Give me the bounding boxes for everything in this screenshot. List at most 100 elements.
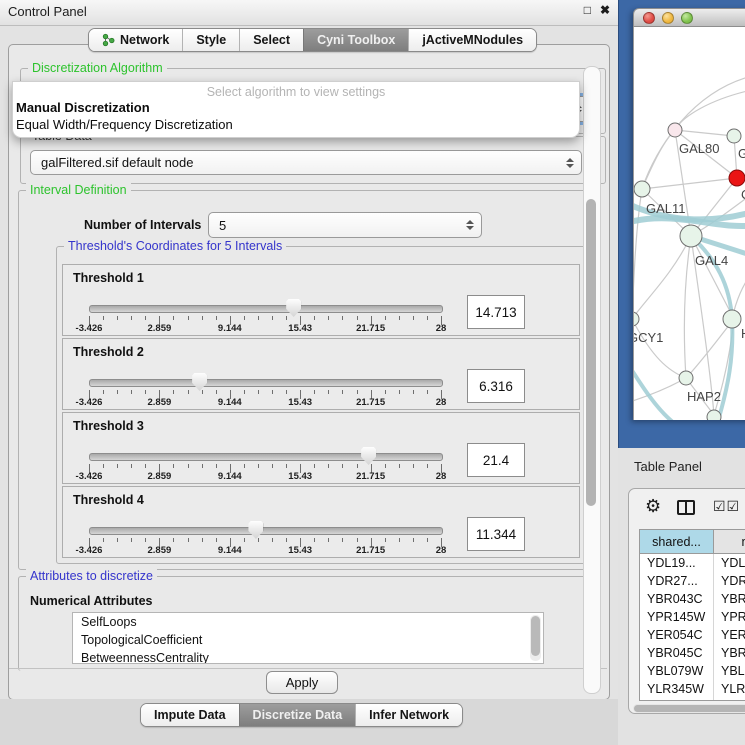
tab-impute-data[interactable]: Impute Data (141, 704, 239, 726)
network-node-green[interactable] (723, 310, 741, 328)
close-traffic-light-icon[interactable] (643, 12, 655, 24)
minimize-traffic-light-icon[interactable] (662, 12, 674, 24)
table-cell: YIL0 (714, 698, 745, 700)
network-node-green[interactable] (707, 410, 721, 420)
algorithm-option-equal-width-frequency-discretization[interactable]: Equal Width/Frequency Discretization (16, 117, 233, 132)
table-data-value: galFiltered.sif default node (41, 155, 193, 170)
table-row[interactable]: YBR043CYBR0 (640, 590, 745, 608)
network-edge (634, 378, 686, 403)
threshold-2-label: Threshold 2 (73, 345, 144, 359)
node-label-hap2: HAP2 (687, 389, 721, 404)
table-row[interactable]: YPR145WYPR1 (640, 608, 745, 626)
tab-discretize-data[interactable]: Discretize Data (239, 704, 356, 726)
threshold-4-slider[interactable] (89, 527, 443, 535)
viewport-divider (9, 668, 607, 669)
threshold-3-value[interactable]: 21.4 (467, 443, 525, 477)
table-cell: YBR0 (714, 644, 745, 662)
threshold-4-label: Threshold 4 (73, 493, 144, 507)
tab-style[interactable]: Style (182, 29, 239, 51)
table-rows: YDL19...YDL1YDR27...YDR2YBR043CYBR0YPR14… (640, 554, 745, 700)
network-window-titlebar[interactable] (633, 8, 745, 27)
threshold-1-slider[interactable] (89, 305, 443, 313)
panel-scrollbar[interactable] (583, 66, 601, 694)
threshold-1-panel: Threshold 1-3.4262.8599.14415.4321.71528… (62, 264, 580, 336)
attribute-item-selfloops[interactable]: SelfLoops (73, 613, 543, 631)
close-icon[interactable]: ✖ (600, 3, 610, 17)
algorithm-option-manual-discretization[interactable]: Manual Discretization (16, 100, 150, 115)
control-panel-titlebar: Control Panel □ ✖ (0, 0, 618, 26)
table-hscrollbar-thumb[interactable] (634, 705, 745, 712)
tab-jactivemnodules[interactable]: jActiveMNodules (408, 29, 536, 51)
threshold-3-slider[interactable] (89, 453, 443, 461)
tab-network[interactable]: Network (89, 29, 182, 51)
table-cell: YIL052C (640, 698, 714, 700)
node-label-h: H (741, 326, 745, 341)
threshold-2-panel: Threshold 2-3.4262.8599.14415.4321.71528… (62, 338, 580, 410)
table-cell: YPR1 (714, 608, 745, 626)
column-header-na[interactable]: na (714, 530, 745, 553)
tab-select[interactable]: Select (239, 29, 303, 51)
network-window: GAL80GACGAL11GAL4GCY1HHAP2 (633, 8, 745, 420)
threshold-4-value[interactable]: 11.344 (467, 517, 525, 551)
threshold-2-slider-thumb[interactable] (192, 373, 207, 391)
threshold-2-slider[interactable] (89, 379, 443, 387)
table-row[interactable]: YDR27...YDR2 (640, 572, 745, 590)
algorithm-hint: Select algorithm to view settings (13, 85, 579, 99)
threshold-1-value[interactable]: 14.713 (467, 295, 525, 329)
network-canvas[interactable]: GAL80GACGAL11GAL4GCY1HHAP2 (633, 27, 745, 420)
network-edge (642, 130, 675, 189)
bottom-tab-bar: Impute DataDiscretize DataInfer Network (140, 703, 463, 727)
table-row[interactable]: YBL079WYBL0 (640, 662, 745, 680)
tab-label: Select (253, 33, 290, 47)
number-of-intervals-combobox[interactable]: 5 (208, 212, 482, 238)
attribute-item-betweennesscentrality[interactable]: BetweennessCentrality (73, 649, 543, 664)
column-header-shared-[interactable]: shared... (640, 530, 714, 553)
table-row[interactable]: YER054CYER0 (640, 626, 745, 644)
table-cell: YBR045C (640, 644, 714, 662)
numerical-attributes-list[interactable]: SelfLoopsTopologicalCoefficientBetweenne… (72, 612, 544, 664)
tab-label: Cyni Toolbox (317, 33, 395, 47)
tab-infer-network[interactable]: Infer Network (355, 704, 462, 726)
threshold-1-label: Threshold 1 (73, 271, 144, 285)
network-node-red[interactable] (729, 170, 745, 186)
screenshot-root: Control Panel □ ✖ NetworkStyle Select Cyni… (0, 0, 745, 745)
table-header: shared...na (640, 530, 745, 554)
tab-cyni-toolbox[interactable]: Cyni Toolbox (303, 29, 408, 51)
table-data-combobox[interactable]: galFiltered.sif default node (30, 150, 582, 175)
table-cell: YLR345W (640, 680, 714, 698)
table-row[interactable]: YBR045CYBR0 (640, 644, 745, 662)
slider-tick-labels: -3.4262.8599.14415.4321.71528 (89, 471, 441, 483)
discretization-algorithm-title: Discretization Algorithm (28, 61, 167, 75)
threshold-1-slider-thumb[interactable] (286, 299, 301, 317)
gear-icon[interactable]: ⚙ (645, 496, 661, 517)
network-node-green[interactable] (634, 312, 639, 326)
split-pane-icon[interactable] (677, 500, 695, 515)
panel-scrollbar-thumb[interactable] (586, 199, 596, 506)
network-node-green[interactable] (727, 129, 741, 143)
node-table: shared...na YDL19...YDL1YDR27...YDR2YBR0… (639, 529, 745, 701)
table-hscrollbar[interactable] (633, 704, 745, 713)
checkbox-icon[interactable]: ☑☑ (713, 498, 740, 515)
table-cell: YDR2 (714, 572, 745, 590)
attribute-item-topologicalcoefficient[interactable]: TopologicalCoefficient (73, 631, 543, 649)
threshold-4-slider-thumb[interactable] (248, 521, 263, 539)
network-node-pink[interactable] (668, 123, 682, 137)
table-row[interactable]: YDL19...YDL1 (640, 554, 745, 572)
threshold-3-panel: Threshold 3 -3.4262.8599.14415.4321.71528… (62, 412, 580, 484)
zoom-traffic-light-icon[interactable] (681, 12, 693, 24)
network-node-green[interactable] (680, 225, 702, 247)
table-row[interactable]: YLR345WYLR3 (640, 680, 745, 698)
threshold-2-value[interactable]: 6.316 (467, 369, 525, 403)
threshold-3-label: Threshold 3 (73, 419, 144, 433)
node-label-c: C (741, 187, 745, 202)
apply-button[interactable]: Apply (266, 671, 338, 694)
table-cell: YDR27... (640, 572, 714, 590)
float-window-icon[interactable]: □ (584, 3, 591, 17)
table-row[interactable]: YIL052CYIL0 (640, 698, 745, 700)
threshold-3-slider-thumb[interactable] (361, 447, 376, 465)
network-node-green[interactable] (679, 371, 693, 385)
list-scrollbar[interactable] (530, 615, 541, 661)
interval-definition-title: Interval Definition (26, 183, 131, 197)
network-graph: GAL80GACGAL11GAL4GCY1HHAP2 (634, 27, 745, 420)
network-node-green[interactable] (634, 181, 650, 197)
